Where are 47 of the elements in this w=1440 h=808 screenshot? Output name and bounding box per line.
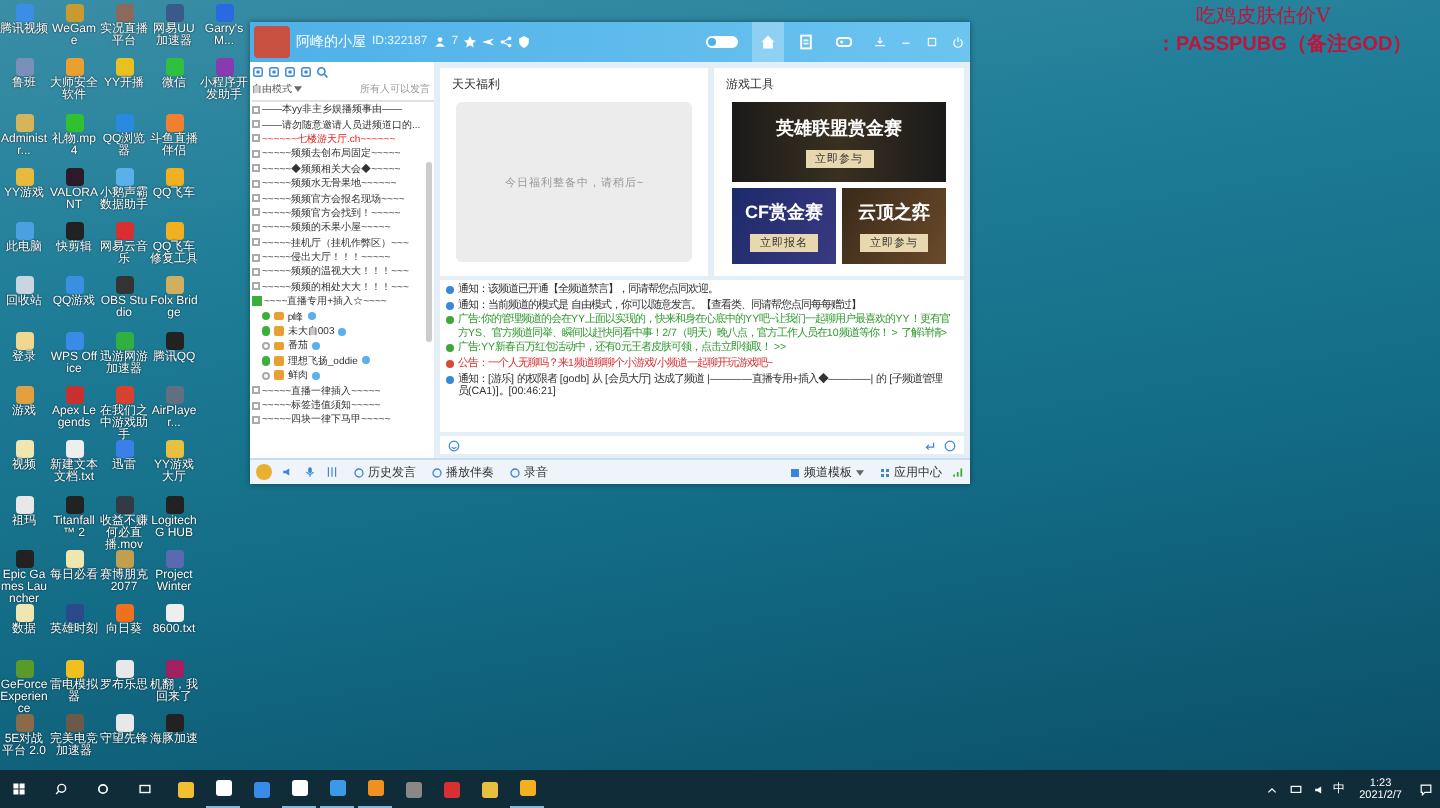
enter-icon[interactable]: [924, 439, 936, 451]
banner-title: CF赏金赛: [745, 200, 823, 226]
gamepad-icon: [836, 34, 852, 50]
emoji-icon[interactable]: [448, 439, 460, 451]
share-icon[interactable]: [500, 36, 513, 48]
person-icon: [433, 36, 446, 48]
badge-icon: [307, 312, 316, 321]
tool-icon[interactable]: [300, 66, 312, 78]
caret-icon: [294, 86, 302, 92]
message-input[interactable]: [440, 436, 964, 454]
signal-icon: [952, 466, 964, 478]
speaker-icon[interactable]: [282, 466, 294, 478]
banner-title: 云顶之弈: [858, 200, 930, 226]
tool-icon[interactable]: [268, 66, 280, 78]
avatar-icon: [254, 26, 290, 58]
home-icon: [760, 34, 776, 50]
network-icon[interactable]: [1285, 783, 1306, 795]
overlay-text: ：PASSPUBG（备注GOD）: [1156, 30, 1413, 58]
scrollbar[interactable]: [426, 162, 432, 342]
badge-icon: [311, 341, 320, 350]
send-icon[interactable]: [944, 439, 956, 451]
tool-icon: [432, 467, 442, 477]
grid-icon: [880, 467, 890, 477]
microphone-icon[interactable]: [304, 466, 316, 478]
badge-icon: [311, 371, 320, 380]
expand-icon[interactable]: [252, 296, 262, 307]
tool-icon: [510, 467, 520, 477]
tool-icon[interactable]: [252, 66, 264, 78]
toggle-switch[interactable]: [706, 36, 738, 48]
template-icon: [790, 467, 800, 477]
shield-icon[interactable]: [518, 36, 531, 48]
star-icon[interactable]: [464, 36, 477, 48]
badge-icon: [338, 327, 347, 336]
avatar-icon[interactable]: [256, 464, 272, 480]
banner-title: 英雄联盟赏金赛: [776, 116, 902, 142]
caret-icon: [856, 469, 864, 475]
equalizer-icon[interactable]: [326, 466, 338, 478]
power-icon[interactable]: [952, 36, 964, 48]
tool-icon: [354, 467, 364, 477]
notification-icon[interactable]: [1416, 783, 1436, 795]
document-icon: [798, 34, 814, 50]
tool-icon[interactable]: [284, 66, 296, 78]
maximize-icon[interactable]: [926, 36, 938, 48]
overlay-text: 吃鸡皮肤估价V: [1196, 3, 1333, 30]
tab[interactable]: [752, 22, 784, 62]
badge-icon: [361, 356, 370, 365]
download-icon[interactable]: [874, 36, 886, 48]
